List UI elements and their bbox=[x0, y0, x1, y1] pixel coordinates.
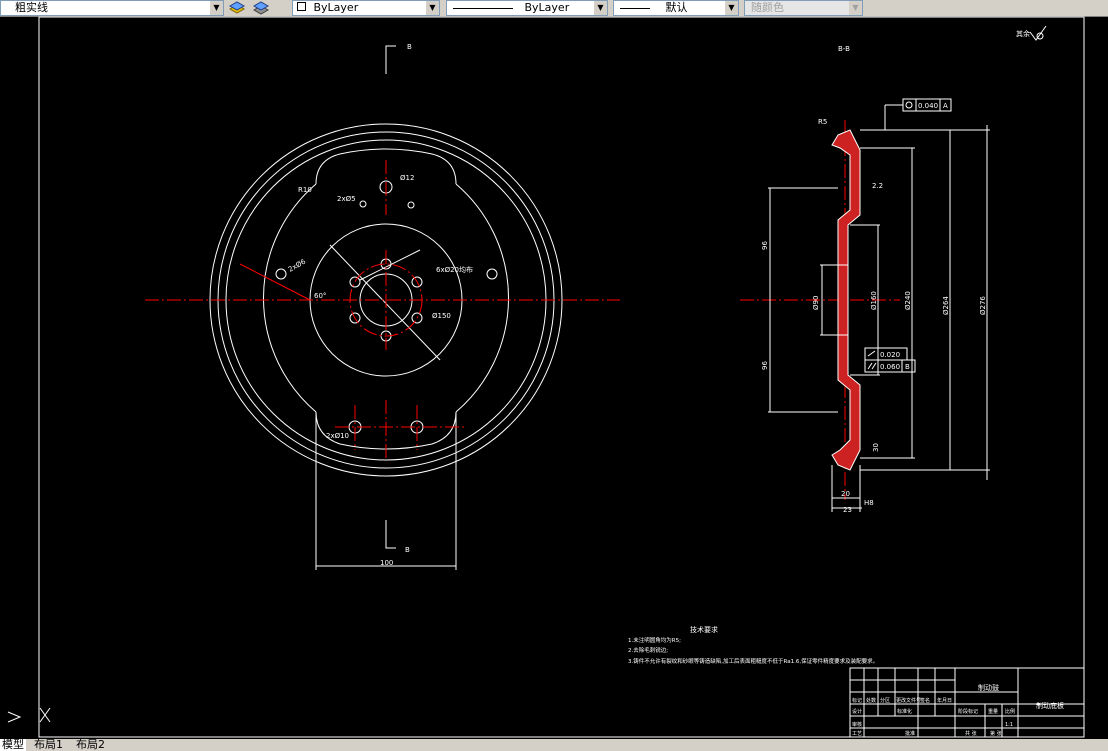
dim-hole-12: Ø12 bbox=[400, 174, 414, 182]
chevron-down-icon: ▼ bbox=[849, 1, 862, 15]
linetype-value: ByLayer bbox=[524, 1, 570, 14]
title-label: 处数 bbox=[866, 697, 876, 704]
section-title: B-B bbox=[838, 45, 850, 53]
title-label: 审核 bbox=[852, 721, 862, 728]
color-swatch-icon bbox=[297, 2, 306, 11]
dim-2x6: 2xØ6 bbox=[287, 257, 308, 273]
roughness-note: 其余 bbox=[1016, 29, 1030, 38]
dim-width-100: 100 bbox=[380, 559, 393, 567]
dim-d240: Ø240 bbox=[904, 291, 912, 310]
chevron-down-icon: ▼ bbox=[725, 1, 738, 15]
dim-20: 20 bbox=[841, 490, 850, 498]
dim-circle-150: Ø150 bbox=[432, 312, 451, 320]
centerlines bbox=[145, 120, 900, 500]
title-label: 标记 bbox=[852, 697, 862, 704]
title-drawing-name: 制动底板 bbox=[1036, 701, 1064, 710]
dim-v96-top: 96 bbox=[761, 241, 769, 250]
title-label: 年月日 bbox=[937, 697, 952, 704]
notes-line2: 2.去除毛刺锐边; bbox=[628, 646, 668, 654]
dim-d264: Ø264 bbox=[942, 296, 950, 315]
datum-marker: H8 bbox=[864, 499, 874, 507]
title-label: 共 张 bbox=[965, 730, 977, 737]
title-label: 阶段标记 bbox=[958, 708, 978, 715]
drawing-canvas[interactable]: B B B-B 其余 Ø12 R10 2xØ5 2xØ6 6xØ20均布 Ø15… bbox=[0, 16, 1108, 739]
dim-30: 30 bbox=[872, 443, 880, 452]
section-view bbox=[768, 25, 1047, 512]
dim-r-corner: R5 bbox=[818, 118, 827, 126]
tab-layout1[interactable]: 布局1 bbox=[32, 739, 65, 751]
ucs-icon bbox=[7, 707, 51, 723]
dim-d276: Ø276 bbox=[979, 296, 987, 315]
layer-stack-icon[interactable] bbox=[228, 0, 246, 15]
tab-layout2[interactable]: 布局2 bbox=[74, 739, 107, 751]
section-mark-top: B bbox=[407, 43, 412, 51]
dim-2x5: 2xØ5 bbox=[337, 195, 356, 203]
chevron-down-icon: ▼ bbox=[210, 1, 223, 15]
gdt-top-datum: A bbox=[943, 102, 948, 110]
layer-states-icon[interactable] bbox=[252, 0, 270, 15]
title-label: 设计 bbox=[852, 708, 862, 715]
line-sample-icon bbox=[453, 7, 513, 9]
title-scale: 1:1 bbox=[1005, 722, 1013, 728]
title-label: 更改文件号 bbox=[896, 697, 921, 704]
title-label: 第 张 bbox=[990, 730, 1002, 737]
color-combo[interactable]: ByLayer ▼ bbox=[292, 0, 440, 16]
lineweight-combo[interactable]: 默认 ▼ bbox=[613, 0, 739, 16]
gdt-top-value: 0.040 bbox=[918, 102, 938, 110]
notes-line1: 1.未注明圆角均为R5; bbox=[628, 636, 681, 644]
title-label: 分区 bbox=[880, 697, 890, 704]
title-label: 比例 bbox=[1005, 708, 1015, 715]
notes-line3: 3.铸件不允许有裂纹和砂眼等铸造缺陷,加工后表面粗糙度不低于Ra1.6,保证零件… bbox=[628, 657, 878, 665]
dim-bolt-holes: 6xØ20均布 bbox=[436, 265, 473, 274]
dim-23: 23 bbox=[843, 506, 852, 514]
lineweight-value: 默认 bbox=[665, 1, 688, 14]
gdt-datum-b: B bbox=[905, 363, 910, 371]
dim-d90: Ø90 bbox=[812, 296, 820, 310]
linetype-combo[interactable]: ByLayer ▼ bbox=[446, 0, 608, 16]
drawing-frame bbox=[38, 16, 1085, 738]
layout-tabs: 模型 布局1 布局2 bbox=[0, 739, 1108, 751]
color-value: ByLayer bbox=[313, 1, 359, 14]
title-label: 签名 bbox=[920, 697, 930, 704]
notes-title: 技术要求 bbox=[690, 625, 718, 634]
chevron-down-icon: ▼ bbox=[594, 1, 607, 15]
title-label: 批准 bbox=[905, 730, 915, 737]
title-label: 标准化 bbox=[897, 708, 912, 715]
dim-small-2-2: 2.2 bbox=[872, 182, 883, 190]
linetype-layer-value: 粗实线 bbox=[15, 1, 48, 14]
title-label: 工艺 bbox=[852, 731, 862, 737]
properties-toolbar: 粗实线 ▼ ByLayer ▼ ByLayer ▼ 默认 ▼ 随颜色 ▼ bbox=[0, 0, 1108, 17]
line-sample-icon bbox=[620, 7, 650, 9]
dim-r-small: R10 bbox=[298, 186, 312, 194]
title-part-name: 制动鼓 bbox=[978, 683, 999, 692]
tab-model[interactable]: 模型 bbox=[0, 739, 26, 751]
gdt-parallel-value: 0.060 bbox=[880, 363, 900, 371]
gdt-flat-value: 0.020 bbox=[880, 351, 900, 359]
dim-2x10: 2xØ10 bbox=[326, 432, 349, 440]
chevron-down-icon: ▼ bbox=[426, 1, 439, 15]
plotstyle-combo[interactable]: 随颜色 ▼ bbox=[744, 0, 863, 16]
section-mark-bottom: B bbox=[405, 546, 410, 554]
dim-d160: Ø160 bbox=[870, 291, 878, 310]
dim-angle: 60° bbox=[314, 292, 326, 300]
plotstyle-value: 随颜色 bbox=[751, 1, 784, 14]
dim-v96-bot: 96 bbox=[761, 361, 769, 370]
linetype-layer-combo[interactable]: 粗实线 ▼ bbox=[0, 0, 224, 16]
title-label: 重量 bbox=[988, 708, 998, 715]
